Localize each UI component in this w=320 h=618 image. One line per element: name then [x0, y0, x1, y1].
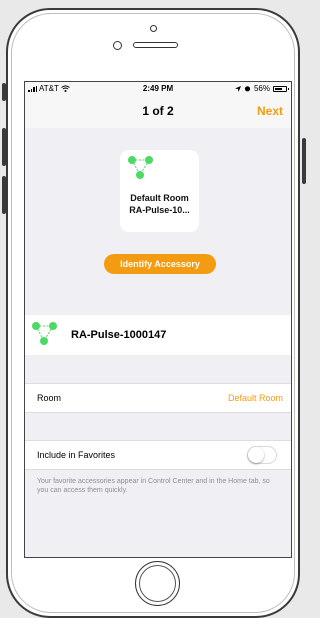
location-arrow-icon	[234, 85, 241, 92]
mute-switch	[2, 83, 6, 101]
status-bar-right: 56%	[234, 84, 289, 93]
page-title: 1 of 2	[142, 104, 174, 118]
accessory-network-icon	[32, 322, 57, 345]
tile-accessory-name: RA-Pulse-10...	[129, 205, 190, 215]
proximity-sensor	[113, 41, 122, 50]
favorites-footnote: Your favorite accessories appear in Cont…	[37, 478, 270, 494]
volume-down-button	[2, 176, 6, 214]
next-button[interactable]: Next	[257, 104, 283, 118]
favorites-row: Include in Favorites	[25, 440, 291, 470]
room-row[interactable]: Room Default Room	[25, 383, 291, 413]
power-button	[302, 138, 306, 184]
battery-percent: 56%	[253, 84, 270, 93]
accessory-tile[interactable]: Default Room RA-Pulse-10...	[120, 150, 199, 232]
toggle-knob	[248, 447, 264, 463]
accessory-network-icon	[128, 156, 153, 179]
identify-accessory-button[interactable]: Identify Accessory	[104, 254, 216, 274]
status-bar: AT&T 2:49 PM 56%	[25, 82, 291, 96]
tile-label: Default Room RA-Pulse-10...	[124, 192, 195, 216]
accessory-name-row[interactable]: RA-Pulse-1000147	[25, 315, 291, 355]
volume-up-button	[2, 128, 6, 166]
alarm-icon	[244, 86, 251, 92]
navigation-bar: 1 of 2 Next	[25, 96, 291, 128]
room-label: Room	[37, 393, 62, 403]
screen: AT&T 2:49 PM 56% 1 of 2 Next Default Roo…	[24, 81, 292, 558]
home-button[interactable]	[135, 561, 180, 606]
favorites-label: Include in Favorites	[37, 450, 116, 460]
favorites-toggle[interactable]	[247, 446, 277, 464]
tile-room-name: Default Room	[130, 193, 189, 203]
room-value[interactable]: Default Room	[228, 393, 283, 403]
battery-icon	[273, 85, 289, 92]
earpiece-speaker	[133, 42, 178, 48]
accessory-name: RA-Pulse-1000147	[71, 329, 167, 341]
front-camera	[150, 25, 157, 32]
